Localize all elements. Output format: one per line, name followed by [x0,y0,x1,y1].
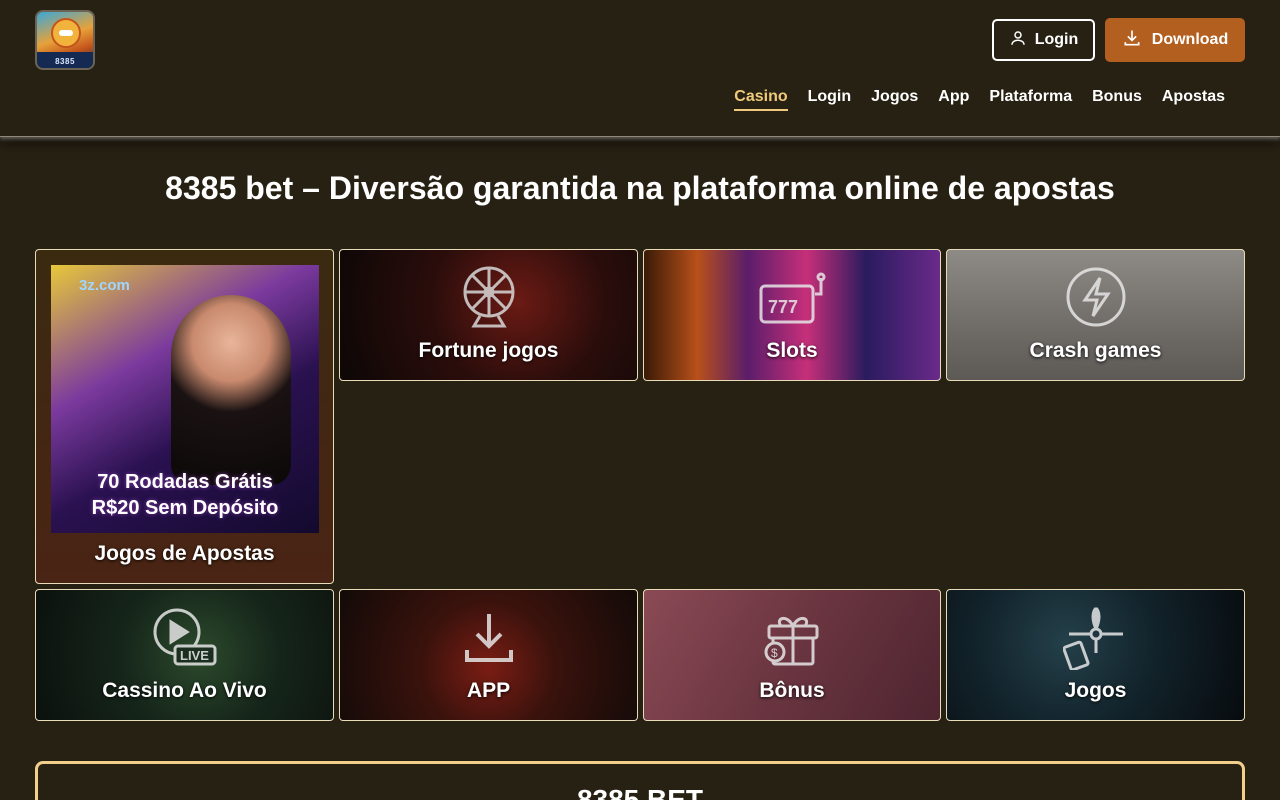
promo-model-image [171,295,291,485]
nav-item-login[interactable]: Login [808,88,852,111]
download-label: Download [1151,31,1229,48]
card-slots[interactable]: 777 Slots [643,249,941,381]
nav-item-bonus[interactable]: Bonus [1092,88,1142,111]
live-play-icon: LIVE [151,606,219,673]
logo-mascot [51,18,81,48]
card-bonus[interactable]: $ Bônus [643,589,941,721]
card-label: APP [466,679,511,702]
card-crash-games[interactable]: Crash games [946,249,1245,381]
card-jogos[interactable]: Jogos [946,589,1245,721]
card-jogos-de-apostas[interactable]: 3z.com 70 Rodadas Grátis R$20 Sem Depósi… [35,249,334,584]
card-label: Cassino Ao Vivo [102,679,267,702]
promo-line-1: 70 Rodadas Grátis [97,471,273,493]
nav-item-app[interactable]: App [938,88,969,111]
card-label: Bônus [759,679,825,702]
promo-banner: 3z.com 70 Rodadas Grátis R$20 Sem Depósi… [51,265,319,533]
svg-text:777: 777 [768,297,798,317]
nav-item-apostas[interactable]: Apostas [1162,88,1225,111]
card-cassino-ao-vivo[interactable]: LIVE Cassino Ao Vivo [35,589,334,721]
promo-line-2: R$20 Sem Depósito [91,497,279,519]
promo-site: 3z.com [79,277,130,294]
card-label: Jogos de Apostas [94,542,275,565]
card-label: Crash games [1029,339,1162,362]
nav-item-jogos[interactable]: Jogos [871,88,918,111]
main-nav: Casino Login Jogos App Plataforma Bonus … [734,88,1225,111]
page-title: 8385 bet – Diversão garantida na platafo… [165,170,1115,206]
lightning-icon [1065,266,1127,333]
card-app[interactable]: APP [339,589,638,721]
info-section: 8385 BET [35,761,1245,800]
airplane-cards-icon [1062,604,1129,675]
nav-item-casino[interactable]: Casino [734,88,788,111]
download-icon [1122,28,1142,53]
login-button[interactable]: Login [992,19,1095,61]
site-logo[interactable]: 8385 [35,10,95,70]
user-icon [1009,29,1027,52]
card-label: Jogos [1064,679,1127,702]
gift-icon: $ [759,606,825,673]
nav-item-plataforma[interactable]: Plataforma [989,88,1072,111]
wheel-icon [456,264,522,335]
download-icon [461,610,517,671]
slot-machine-icon: 777 [757,272,827,333]
logo-text: 8385 [55,57,75,66]
card-label: Fortune jogos [418,339,559,362]
section-title: 8385 BET [576,784,704,800]
svg-text:LIVE: LIVE [180,648,209,663]
card-label: Slots [766,339,818,362]
login-label: Login [1034,31,1079,48]
card-fortune-jogos[interactable]: Fortune jogos [339,249,638,381]
download-button[interactable]: Download [1105,18,1245,62]
svg-text:$: $ [771,646,778,660]
site-header: 8385 Login Download Casino Login Jogos A… [0,0,1280,137]
